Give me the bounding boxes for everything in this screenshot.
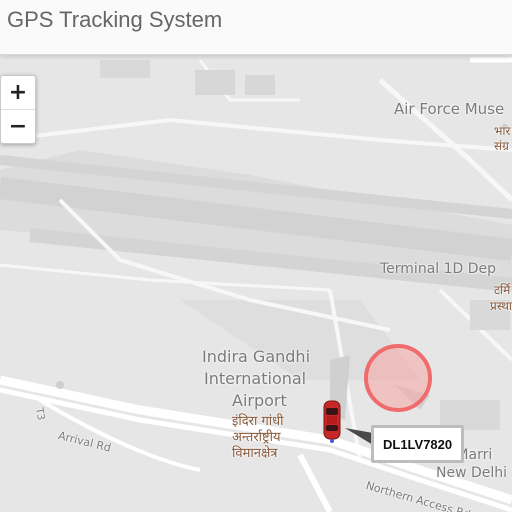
road-label-t3: T3 [33, 407, 47, 422]
poi-terminal-1d-hindi-1: टर्मि [494, 283, 511, 297]
zoom-in-button[interactable]: + [1, 76, 35, 110]
poi-terminal-1d[interactable]: Terminal 1D Dep [380, 261, 496, 277]
car-icon [323, 400, 341, 443]
zoom-out-button[interactable]: − [1, 110, 35, 143]
app-title: GPS Tracking System [7, 7, 223, 32]
poi-jw-marriott-line-2[interactable]: New Delhi [436, 465, 507, 481]
vehicle-plate-text: DL1LV7820 [383, 436, 453, 452]
vehicle-marker[interactable] [322, 399, 342, 443]
poi-airport-line-3[interactable]: Airport [232, 391, 287, 410]
poi-airport-hindi-3: विमानक्षेत्र [232, 446, 278, 461]
zoom-control: + − [0, 75, 36, 144]
poi-air-force-museum[interactable]: Air Force Muse [394, 100, 504, 118]
poi-air-force-museum-hindi-2: संग्र [494, 139, 509, 153]
poi-airport-line-2[interactable]: International [204, 369, 306, 388]
vehicle-plate-label[interactable]: DL1LV7820 [371, 425, 465, 463]
poi-airport-line-1[interactable]: Indira Gandhi [202, 347, 310, 366]
poi-terminal-1d-hindi-2: प्रस्था [490, 299, 512, 313]
geofence-circle [364, 344, 432, 412]
app-header: GPS Tracking System [0, 0, 512, 55]
